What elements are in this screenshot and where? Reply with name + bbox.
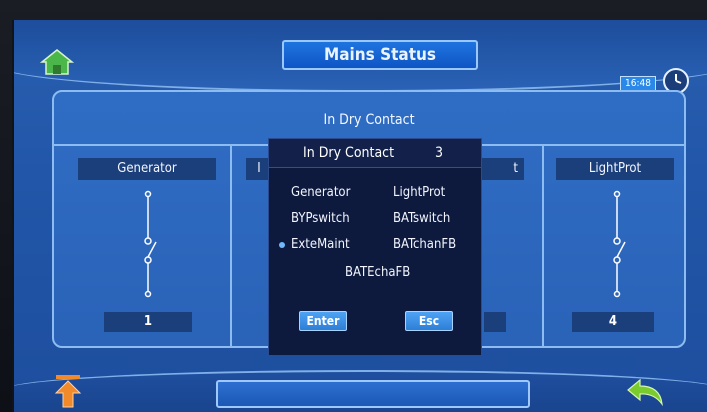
page-title: Mains Status — [282, 40, 478, 70]
esc-button[interactable]: Esc — [405, 311, 453, 331]
switch-icon — [607, 190, 627, 300]
option-extemaint[interactable]: ExteMaint — [291, 237, 350, 252]
dialog-count: 3 — [435, 145, 444, 161]
column-label-3: t — [482, 158, 524, 180]
selected-indicator — [279, 242, 285, 248]
status-field — [216, 380, 530, 408]
hmi-screen: Mains Status 16:48 In Dry Contact Genera… — [12, 20, 707, 412]
option-batechafb[interactable]: BATEchaFB — [345, 265, 410, 280]
up-arrow-icon[interactable] — [54, 374, 82, 408]
option-lightprot[interactable]: LightProt — [393, 185, 445, 200]
panel-title: In Dry Contact — [323, 112, 415, 128]
option-batchanfb[interactable]: BATchanFB — [393, 237, 456, 252]
column-label-4: LightProt — [556, 158, 674, 180]
enter-button[interactable]: Enter — [299, 311, 347, 331]
option-bypswitch[interactable]: BYPswitch — [291, 211, 350, 226]
column-number-3 — [484, 312, 506, 332]
dialog-header: In Dry Contact 3 — [269, 139, 481, 167]
dialog-title: In Dry Contact — [303, 145, 395, 161]
column-number-4: 4 — [572, 312, 654, 332]
option-generator[interactable]: Generator — [291, 185, 350, 200]
dry-contact-dialog: In Dry Contact 3 Generator LightProt BYP… — [268, 138, 482, 356]
column-number-1: 1 — [104, 312, 192, 332]
column-divider — [230, 144, 232, 348]
switch-icon — [138, 190, 158, 300]
home-icon[interactable] — [39, 48, 75, 76]
clock-time: 16:48 — [620, 76, 656, 91]
option-batswitch[interactable]: BATswitch — [393, 211, 450, 226]
back-arrow-icon[interactable] — [626, 376, 666, 407]
dialog-divider — [269, 167, 481, 168]
column-divider — [542, 144, 544, 348]
column-label-1: Generator — [78, 158, 216, 180]
